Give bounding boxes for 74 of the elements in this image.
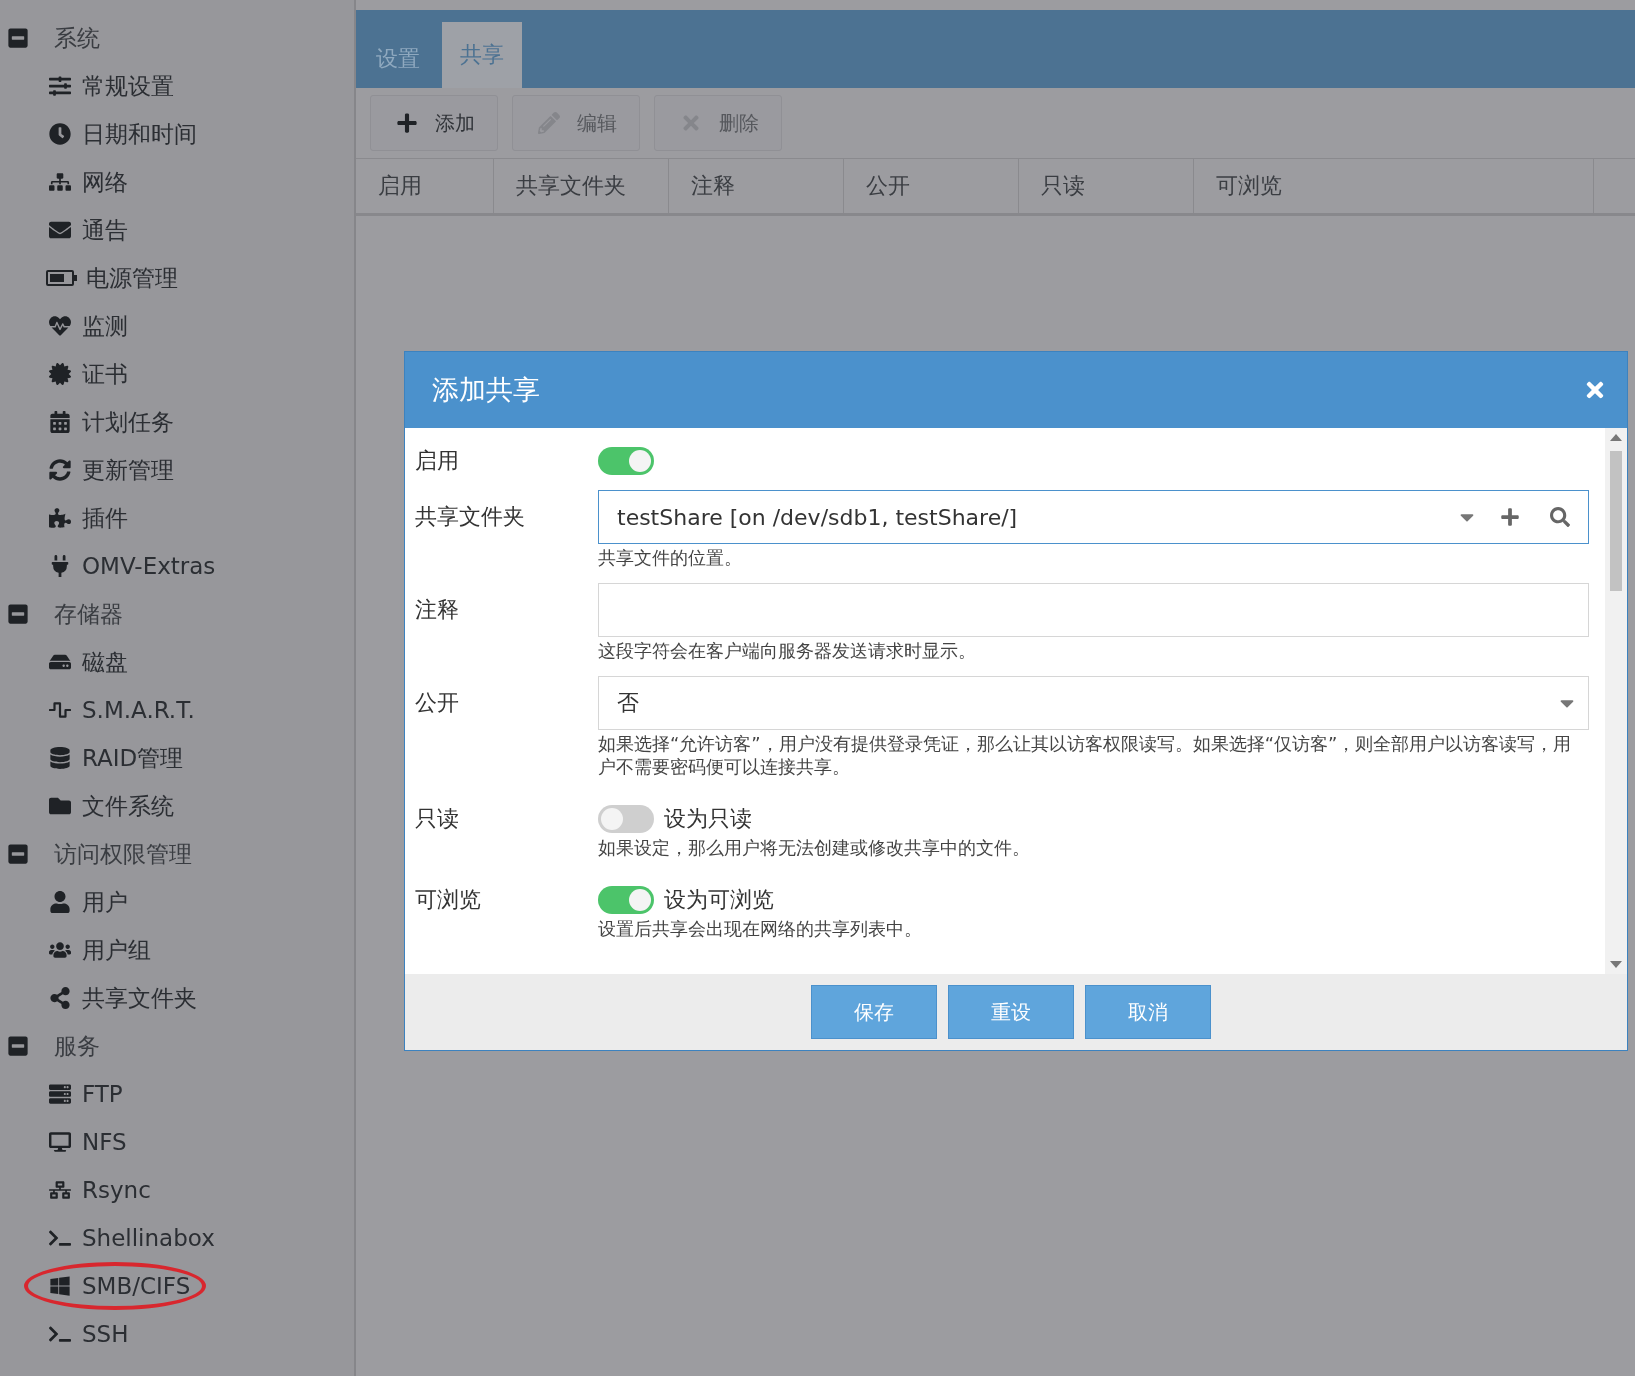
network-icon — [46, 170, 74, 194]
dialog-button[interactable]: 保存 — [811, 985, 937, 1039]
clock-icon — [46, 122, 74, 146]
toggle-label: 设为只读 — [664, 805, 752, 833]
column-header[interactable]: 可浏览 — [1194, 159, 1594, 213]
nav-item[interactable]: FTP — [82, 1081, 123, 1107]
field-hint: 共享文件的位置。 — [598, 546, 743, 569]
heart-pulse-icon — [46, 314, 74, 338]
nav-item[interactable]: 网络 — [82, 166, 128, 198]
field-label: 可浏览 — [415, 886, 482, 914]
sliders-icon — [46, 74, 74, 98]
nav-group-title[interactable]: 服务 — [54, 1030, 100, 1062]
nav-item[interactable]: 日期和时间 — [82, 118, 197, 150]
nav-item[interactable]: 磁盘 — [82, 646, 128, 678]
toggle-label: 设为可浏览 — [664, 886, 774, 914]
nav-item[interactable]: 常规设置 — [82, 70, 174, 102]
nav-item[interactable]: 计划任务 — [82, 406, 174, 438]
comment-input-field[interactable] — [598, 583, 1589, 637]
nav-item[interactable]: 通告 — [82, 214, 128, 246]
puzzle-icon — [46, 506, 74, 530]
nav-item[interactable]: Shellinabox — [82, 1225, 215, 1251]
network-icon — [46, 1178, 74, 1202]
column-header[interactable]: 共享文件夹 — [494, 159, 669, 213]
refresh-icon — [46, 458, 74, 482]
column-header[interactable]: 注释 — [669, 159, 844, 213]
nav-item[interactable]: NFS — [82, 1129, 127, 1155]
field-label: 公开 — [415, 689, 460, 717]
dropdown-caret-icon — [1460, 512, 1474, 522]
scroll-up-icon[interactable] — [1610, 434, 1622, 441]
nav-item[interactable]: 文件系统 — [82, 790, 174, 822]
nav-item[interactable]: 共享文件夹 — [82, 982, 197, 1014]
nav-item[interactable]: Rsync — [82, 1177, 151, 1203]
dialog-button[interactable]: 取消 — [1085, 985, 1211, 1039]
nav-item[interactable]: RAID管理 — [82, 742, 184, 774]
dropdown-caret-icon — [1560, 698, 1574, 708]
nav-item[interactable]: 证书 — [82, 358, 128, 390]
column-header[interactable]: 公开 — [844, 159, 1019, 213]
battery-icon — [46, 270, 74, 286]
public-select-field[interactable]: 否 — [598, 676, 1589, 730]
nav-group-title[interactable]: 存储器 — [54, 598, 123, 630]
field-hint: 设置后共享会出现在网络的共享列表中。 — [598, 917, 923, 940]
dialog-title: 添加共享 — [432, 373, 540, 407]
nav-item[interactable]: 电源管理 — [86, 262, 178, 294]
nav-item[interactable]: 用户组 — [82, 934, 151, 966]
nav-group-title[interactable]: 访问权限管理 — [54, 838, 192, 870]
column-header[interactable]: 启用 — [356, 159, 494, 213]
field-hint: 如果选择“允许访客”，用户没有提供登录凭证，那么让其以访客权限读写。如果选择“仅访客”，则全部用户以访客读写，用户不需要密码便可以连接共享。 — [598, 732, 1573, 778]
nav-item[interactable]: SMB/CIFS — [82, 1273, 191, 1299]
field-hint: 这段字符会在客户端向服务器发送请求时显示。 — [598, 639, 977, 662]
nav-item[interactable]: OMV-Extras — [82, 553, 216, 579]
shared-folder-combo[interactable]: testShare [on /dev/sdb1, testShare/] — [598, 490, 1589, 544]
nav-item[interactable]: S.M.A.R.T. — [82, 697, 195, 723]
nav-group-title[interactable]: 系统 — [54, 22, 100, 54]
field-hint: 如果设定，那么用户将无法创建或修改共享中的文件。 — [598, 836, 1031, 859]
field-label: 只读 — [415, 805, 460, 833]
dialog-button[interactable]: 重设 — [948, 985, 1074, 1039]
field-label: 共享文件夹 — [415, 503, 526, 531]
column-header[interactable]: 只读 — [1019, 159, 1194, 213]
nav-item[interactable]: 更新管理 — [82, 454, 174, 486]
nav-item[interactable]: 监测 — [82, 310, 128, 342]
certificate-icon — [46, 362, 74, 386]
server-icon — [46, 1082, 74, 1106]
nav-item[interactable]: SSH — [82, 1321, 129, 1347]
nav-item[interactable]: 插件 — [82, 502, 128, 534]
toggle-switch[interactable] — [598, 447, 654, 475]
field-label: 启用 — [415, 447, 460, 475]
monitor-icon — [46, 1130, 74, 1154]
scrollbar[interactable] — [1605, 428, 1627, 974]
nav-item[interactable]: 用户 — [82, 886, 128, 918]
toggle-switch[interactable] — [598, 805, 654, 833]
toggle-switch[interactable] — [598, 886, 654, 914]
field-label: 注释 — [415, 596, 460, 624]
scrollbar-thumb[interactable] — [1610, 451, 1622, 591]
toolbar-button[interactable]: 添加 — [370, 95, 498, 151]
